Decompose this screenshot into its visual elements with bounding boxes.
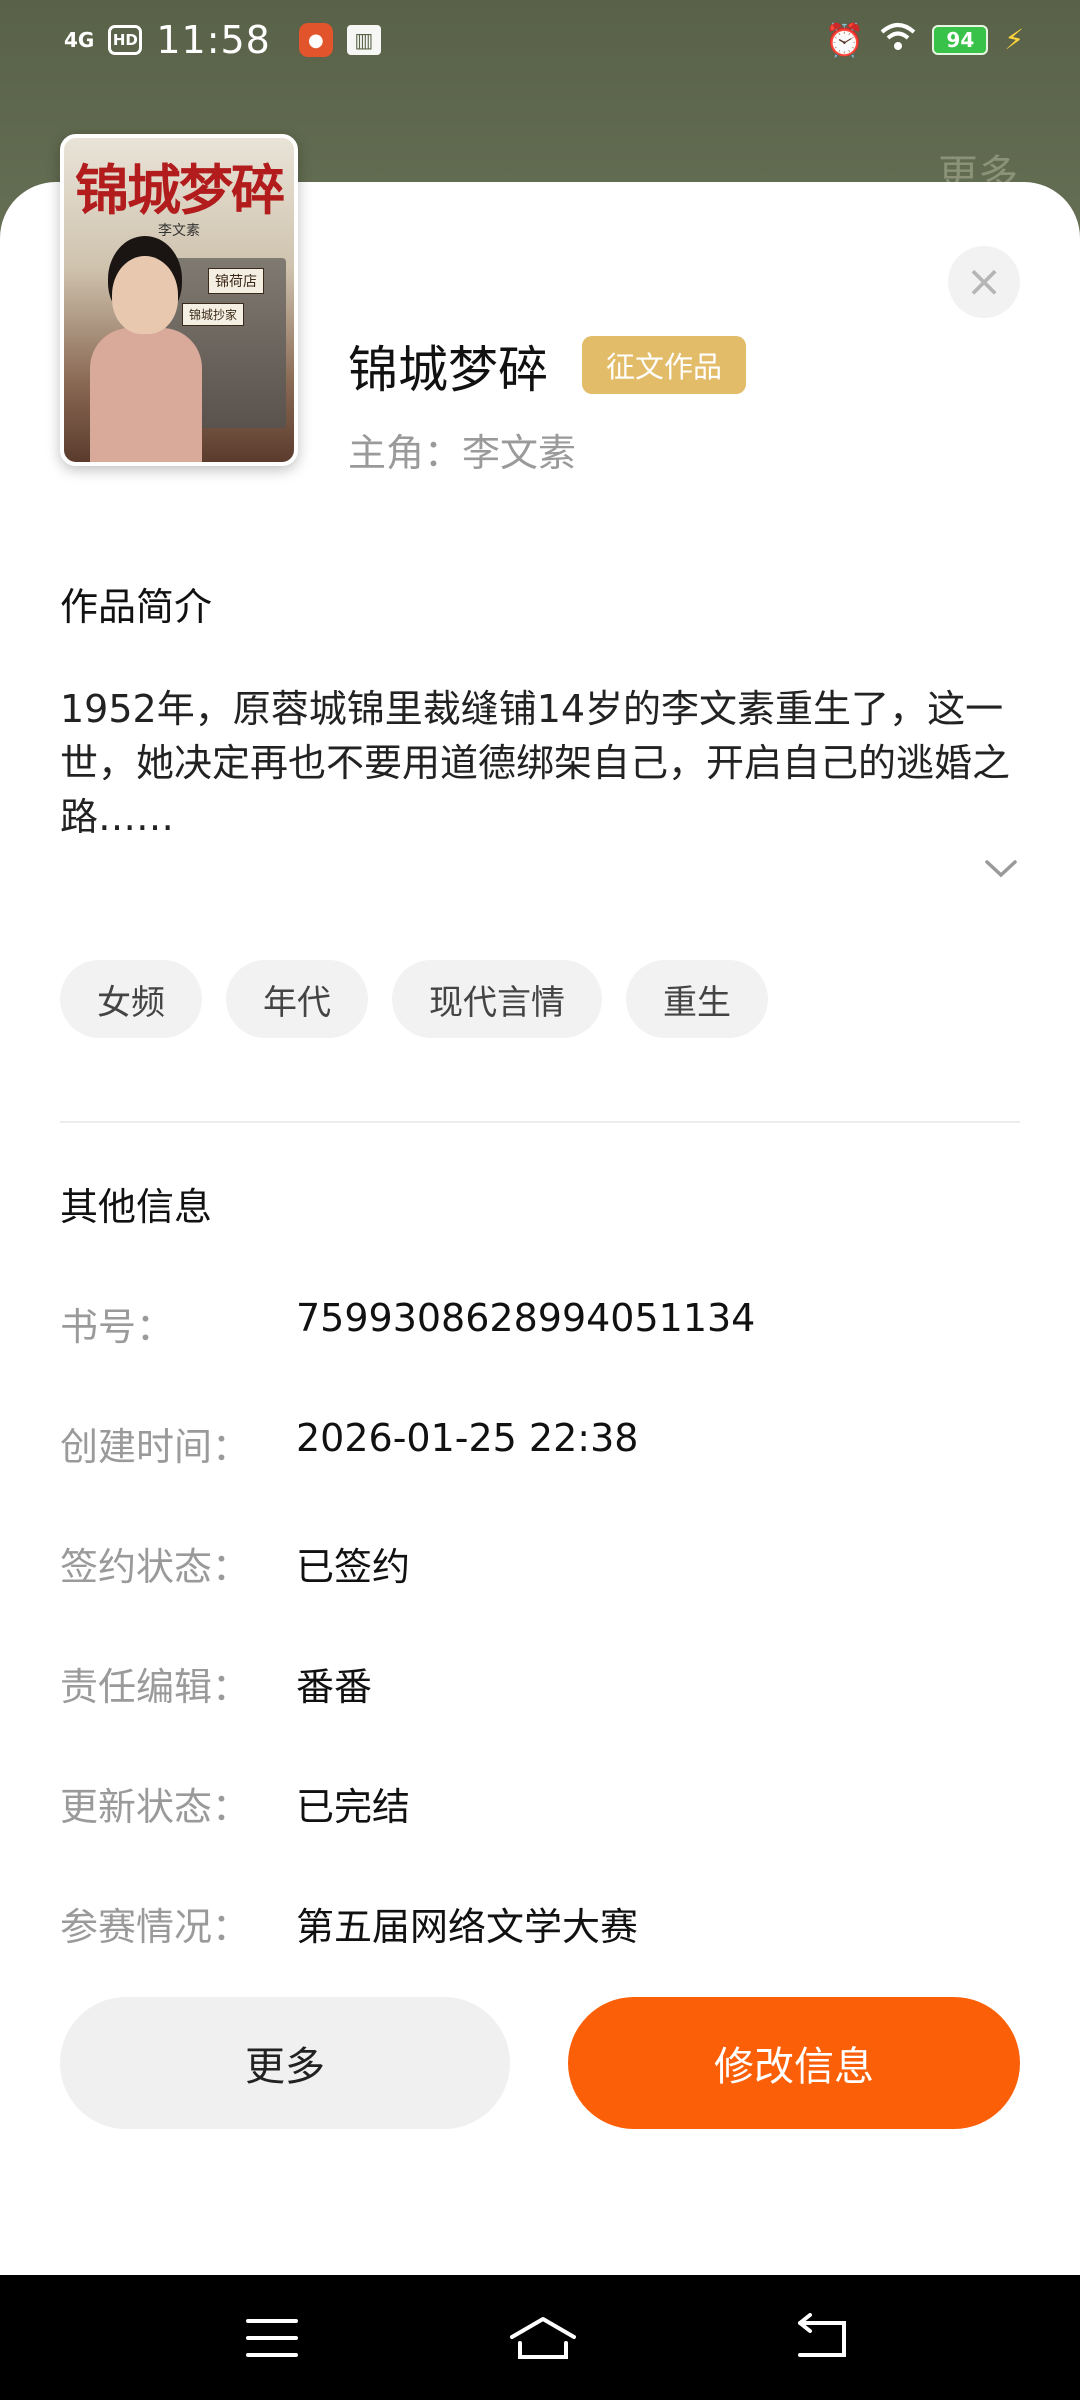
cover-figure-head	[112, 256, 178, 334]
info-label: 责任编辑：	[60, 1665, 251, 1709]
cover-title: 锦城梦碎	[75, 158, 285, 222]
more-button[interactable]: 更多	[60, 1997, 510, 2129]
charging-icon: ⚡	[1004, 23, 1024, 56]
book-title: 锦城梦碎	[348, 341, 548, 399]
book-cover[interactable]: 锦荷店 锦城抄家 锦城梦碎 李文素	[60, 134, 298, 466]
clock: 11:58	[156, 18, 271, 62]
info-label: 更新状态：	[60, 1785, 251, 1829]
synopsis-text: 1952年，原蓉城锦里裁缝铺14岁的李文素重生了，这一世，她决定再也不要用道德绑…	[60, 687, 1011, 839]
tag-list: 女频 年代 现代言情 重生	[60, 960, 768, 1038]
info-label: 书号：	[60, 1305, 175, 1349]
book-info-sheet: × 锦城梦碎 征文作品 主角：李文素 作品简介 1952年，原蓉城锦里裁缝铺14…	[0, 182, 1080, 2275]
info-value: 已签约	[296, 1545, 411, 1589]
chevron-down-icon[interactable]	[984, 852, 1018, 887]
navigation-bar	[0, 2275, 1080, 2400]
info-value: 2026-01-25 22:38	[296, 1416, 639, 1460]
tag[interactable]: 重生	[626, 960, 768, 1038]
status-bar: 4G HD 11:58 ● ▥ ⏰ 94 ⚡	[0, 0, 1080, 86]
tag[interactable]: 女频	[60, 960, 202, 1038]
info-value: 已完结	[296, 1785, 411, 1829]
info-value: 7599308628994051134	[296, 1296, 756, 1340]
info-label: 签约状态：	[60, 1545, 251, 1589]
battery-icon: 94	[932, 24, 989, 55]
book-notification-icon: ▥	[346, 25, 381, 55]
signal-icon: 4G	[64, 28, 95, 52]
info-value: 番番	[296, 1665, 373, 1709]
tag[interactable]: 年代	[226, 960, 368, 1038]
wifi-icon	[880, 22, 916, 57]
cover-sign: 锦城抄家	[181, 303, 244, 326]
info-label: 创建时间：	[60, 1425, 251, 1469]
cover-author: 李文素	[158, 223, 200, 239]
info-label: 参赛情况：	[60, 1905, 251, 1949]
close-button[interactable]: ×	[948, 246, 1020, 318]
app-notification-icon: ●	[298, 23, 333, 57]
cover-figure	[90, 328, 202, 462]
cover-sign: 锦荷店	[208, 268, 264, 294]
protagonist: 主角：李文素	[348, 431, 577, 475]
menu-icon[interactable]	[242, 2313, 302, 2363]
close-icon: ×	[965, 256, 1003, 307]
info-value: 第五届网络文学大赛	[296, 1905, 639, 1949]
synopsis-heading: 作品简介	[60, 585, 213, 629]
tag[interactable]: 现代言情	[392, 960, 602, 1038]
contest-badge: 征文作品	[582, 336, 747, 394]
hd-icon: HD	[108, 25, 143, 55]
alarm-icon: ⏰	[824, 20, 865, 59]
home-icon[interactable]	[508, 2313, 576, 2363]
other-info-heading: 其他信息	[60, 1185, 213, 1229]
divider	[60, 1121, 1020, 1123]
back-icon[interactable]	[794, 2313, 854, 2363]
edit-info-button[interactable]: 修改信息	[568, 1997, 1020, 2129]
